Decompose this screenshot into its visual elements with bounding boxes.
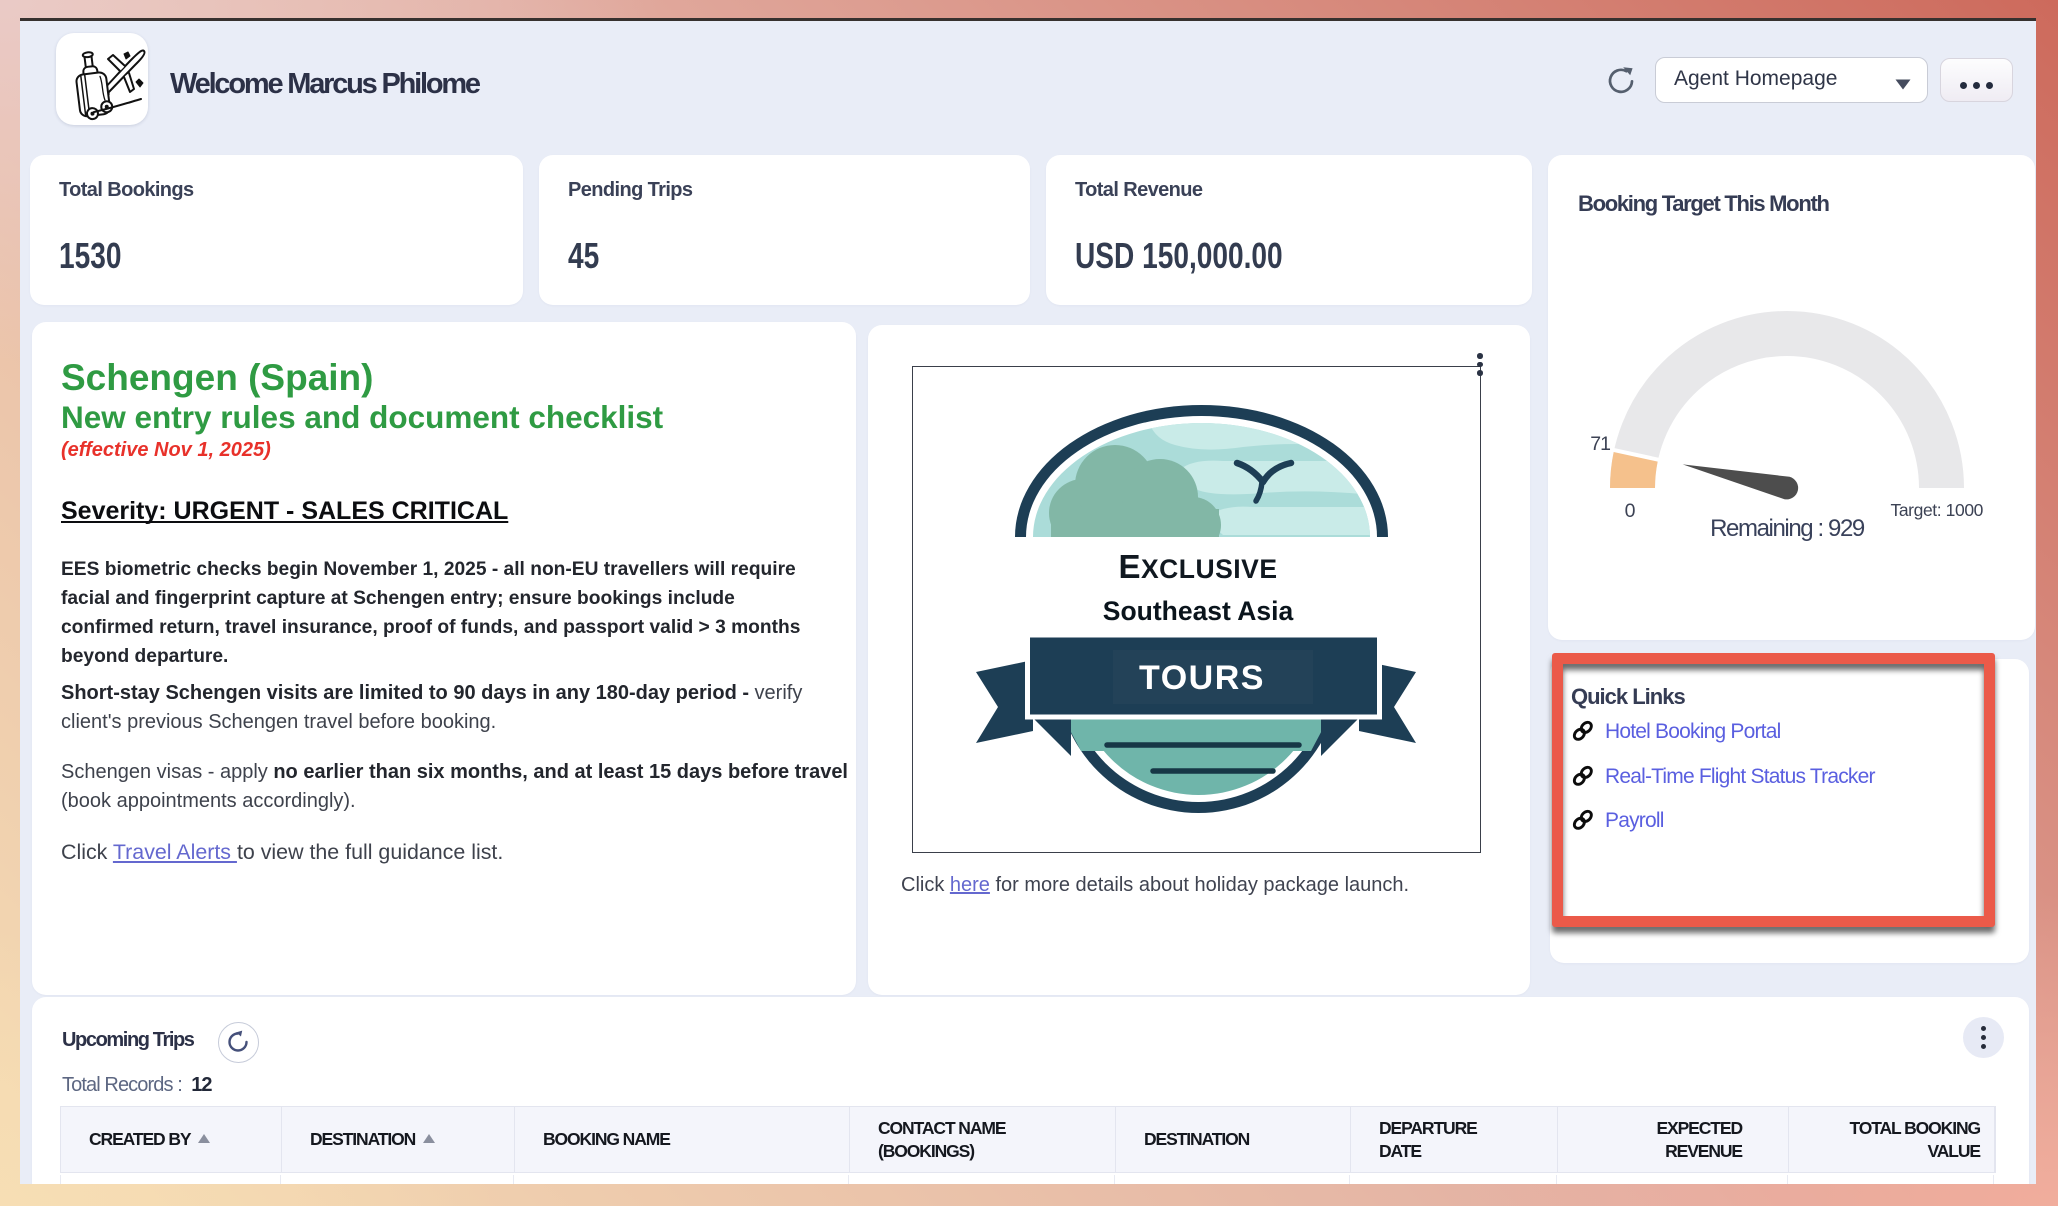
svg-text:0: 0 — [1625, 500, 1636, 522]
svg-text:EXCLUSIVE: EXCLUSIVE — [1118, 548, 1277, 585]
svg-text:Remaining : 929: Remaining : 929 — [1710, 515, 1865, 542]
svg-text:71: 71 — [1590, 433, 1610, 455]
svg-text:TOURS: TOURS — [1139, 659, 1265, 697]
svg-text:Southeast Asia: Southeast Asia — [1103, 596, 1294, 626]
svg-text:Target: 1000: Target: 1000 — [1891, 500, 1984, 520]
